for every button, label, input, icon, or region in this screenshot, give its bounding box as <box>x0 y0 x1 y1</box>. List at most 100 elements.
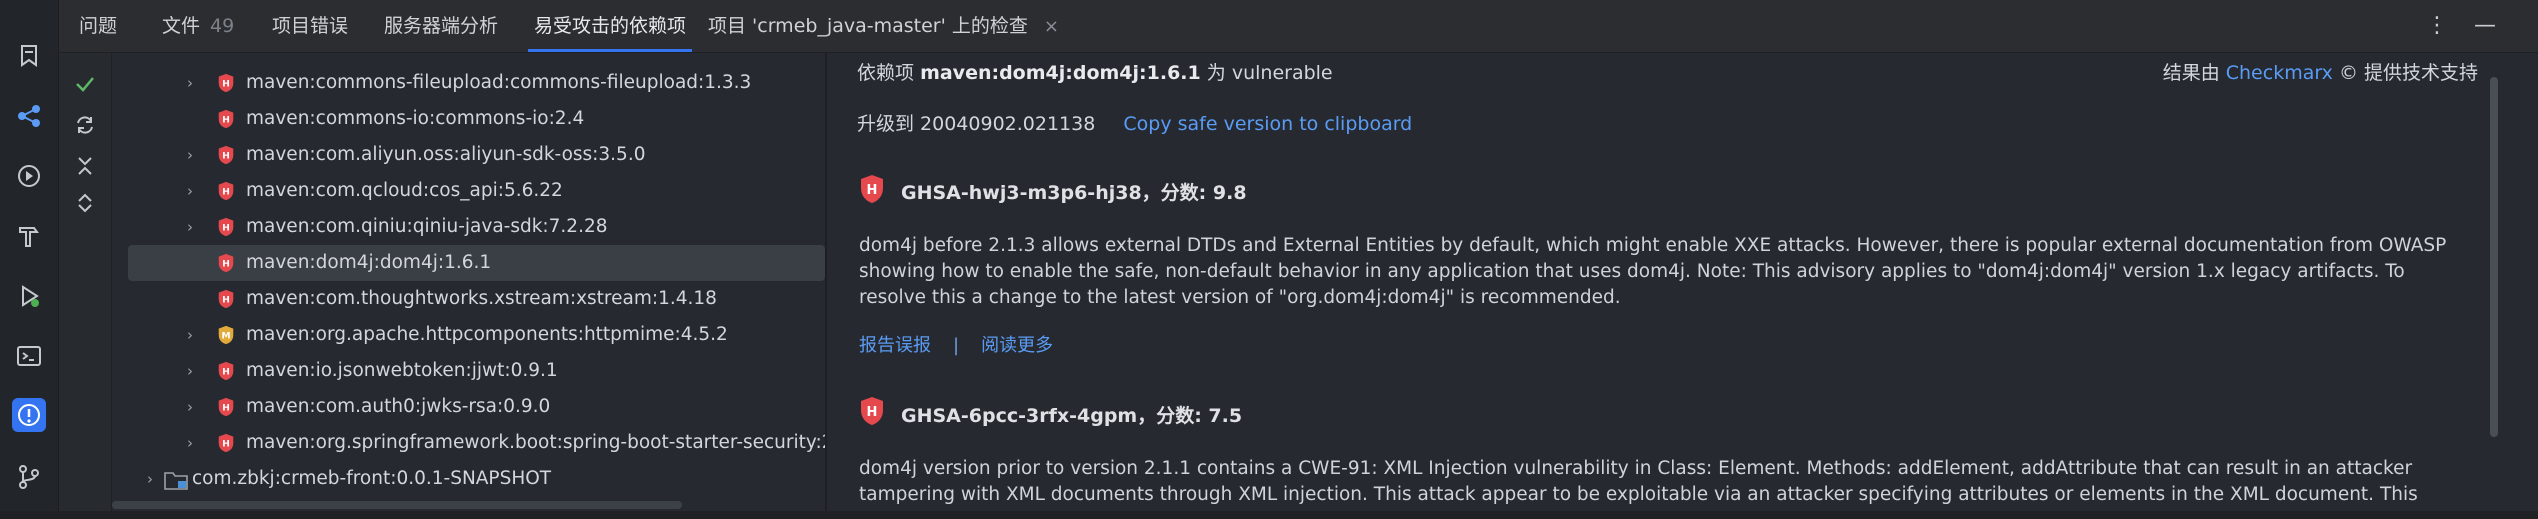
chevron-right-icon[interactable]: › <box>180 389 200 425</box>
tab-label: 项目错误 <box>272 15 349 37</box>
tab-server-analysis[interactable]: 服务器端分析 <box>384 0 498 52</box>
chevron-right-icon[interactable]: › <box>180 65 200 101</box>
tab-label: 服务器端分析 <box>384 15 499 37</box>
tree-row[interactable]: › Hmaven:org.springframework.boot:spring-… <box>112 425 825 461</box>
module-folder-icon <box>164 472 188 490</box>
tree-row-label: maven:org.springframework.boot:spring-bo… <box>246 432 825 453</box>
tab-file[interactable]: 文件 49 <box>162 0 234 52</box>
terminal-icon[interactable] <box>12 339 46 373</box>
tree-row-label: maven:com.qcloud:cos_api:5.6.22 <box>246 180 563 201</box>
status-strip <box>0 511 2538 519</box>
svg-text:H: H <box>222 188 230 198</box>
chevron-right-icon[interactable]: › <box>180 137 200 173</box>
problems-toolbar <box>59 53 112 519</box>
run-icon[interactable] <box>12 279 46 313</box>
high-severity-icon: H <box>218 253 234 273</box>
tree-row[interactable]: › Hmaven:com.qiniu:qiniu-java-sdk:7.2.28 <box>112 209 825 245</box>
dependency-suffix: 为 vulnerable <box>1206 62 1333 84</box>
svg-text:H: H <box>222 260 230 270</box>
svg-text:H: H <box>222 404 230 414</box>
dependency-name: maven:dom4j:dom4j:1.6.1 <box>920 62 1201 84</box>
problems-tab-bar: 问题 文件 49 项目错误 服务器端分析 易受攻击的依赖项 项目 'crmeb_j… <box>59 0 2538 53</box>
chevron-right-icon[interactable]: › <box>180 209 200 245</box>
refresh-icon[interactable] <box>72 112 98 138</box>
upgrade-row: 升级到 20040902.021138 Copy safe version to… <box>857 109 1412 136</box>
high-severity-icon: H <box>218 109 234 129</box>
high-severity-icon: H <box>218 181 234 201</box>
close-icon[interactable]: × <box>1044 16 1059 37</box>
module-label: com.zbkj:crmeb-front:0.0.1-SNAPSHOT <box>192 468 552 489</box>
medium-severity-icon: M <box>218 325 234 345</box>
collapse-all-icon[interactable] <box>72 153 98 179</box>
chevron-right-icon[interactable]: › <box>180 425 200 461</box>
expand-all-icon[interactable] <box>72 190 98 216</box>
tree-row-label: maven:commons-fileupload:commons-fileupl… <box>246 72 752 93</box>
tab-problems[interactable]: 问题 <box>79 0 117 52</box>
high-severity-icon: H <box>218 145 234 165</box>
tree-row-label: maven:com.qiniu:qiniu-java-sdk:7.2.28 <box>246 216 608 237</box>
vertical-scrollbar[interactable] <box>2490 77 2498 437</box>
chevron-right-icon[interactable]: › <box>180 353 200 389</box>
tree-row[interactable]: › Hmaven:com.qcloud:cos_api:5.6.22 <box>112 173 825 209</box>
dependency-tree-rows: › Hmaven:commons-fileupload:commons-fileu… <box>112 53 825 519</box>
build-hammer-icon[interactable] <box>12 219 46 253</box>
copy-safe-version-link[interactable]: Copy safe version to clipboard <box>1123 113 1412 135</box>
tool-window-strip <box>0 0 59 519</box>
tree-row-label: maven:com.auth0:jwks-rsa:0.9.0 <box>246 396 551 417</box>
tree-row[interactable]: › Hmaven:commons-fileupload:commons-fileu… <box>112 65 825 101</box>
git-branch-icon[interactable] <box>12 460 46 494</box>
link-separator: | <box>953 335 960 356</box>
chevron-right-icon[interactable]: › <box>140 461 160 497</box>
high-severity-icon: H <box>218 217 234 237</box>
horizontal-scrollbar[interactable] <box>112 501 682 509</box>
chevron-right-icon[interactable]: › <box>180 317 200 353</box>
high-severity-shield-icon: H <box>859 396 885 426</box>
advisory-links: 报告误报 | 阅读更多 <box>859 331 1053 357</box>
checkmarx-link[interactable]: Checkmarx <box>2226 62 2333 84</box>
tree-row[interactable]: › Hmaven:com.auth0:jwks-rsa:0.9.0 <box>112 389 825 425</box>
advisory-description: dom4j version prior to version 2.1.1 con… <box>859 458 2418 519</box>
tab-count: 49 <box>210 15 235 37</box>
read-more-link[interactable]: 阅读更多 <box>981 335 1053 356</box>
tree-row[interactable]: Hmaven:commons-io:commons-io:2.4 <box>112 101 825 137</box>
advisory-title: GHSA-6pcc-3rfx-4gpm，分数: 7.5 <box>901 405 1243 427</box>
tree-row[interactable]: › Hmaven:io.jsonwebtoken:jjwt:0.9.1 <box>112 353 825 389</box>
tree-module-row[interactable]: › com.zbkj:crmeb-front:0.0.1-SNAPSHOT <box>112 461 825 497</box>
checkmark-icon[interactable] <box>72 71 98 97</box>
tab-label: 问题 <box>79 15 118 37</box>
more-options-icon[interactable]: ⋮ <box>2426 0 2448 52</box>
tab-project-errors[interactable]: 项目错误 <box>272 0 348 52</box>
dependency-prefix: 依赖项 <box>857 62 915 84</box>
tree-row[interactable]: › Hmaven:com.aliyun.oss:aliyun-sdk-oss:3.… <box>112 137 825 173</box>
tree-row-label: maven:commons-io:commons-io:2.4 <box>246 108 585 129</box>
tab-project-inspection[interactable]: 项目 'crmeb_java-master' 上的检查 × <box>708 0 1059 52</box>
share-graph-icon[interactable] <box>12 99 46 133</box>
tree-row[interactable]: › Mmaven:org.apache.httpcomponents:httpmi… <box>112 317 825 353</box>
tree-row-label: maven:com.aliyun.oss:aliyun-sdk-oss:3.5.… <box>246 144 646 165</box>
services-icon[interactable] <box>12 159 46 193</box>
svg-text:H: H <box>222 116 230 126</box>
svg-text:H: H <box>867 183 878 198</box>
tree-row-label: maven:dom4j:dom4j:1.6.1 <box>246 252 492 273</box>
minimize-icon[interactable]: — <box>2474 0 2496 52</box>
tree-row[interactable]: Hmaven:dom4j:dom4j:1.6.1 <box>128 245 825 281</box>
svg-text:H: H <box>222 224 230 234</box>
tab-selected-indicator <box>528 49 693 52</box>
bookmark-icon[interactable] <box>12 38 46 72</box>
tree-row[interactable]: Hmaven:com.thoughtworks.xstream:xstream:… <box>112 281 825 317</box>
vulnerability-details: 依赖项 maven:dom4j:dom4j:1.6.1 为 vulnerable… <box>827 53 2538 519</box>
svg-text:H: H <box>867 405 878 420</box>
high-severity-shield-icon: H <box>859 174 885 204</box>
high-severity-icon: H <box>218 433 234 453</box>
tab-vulnerable-dependencies[interactable]: 易受攻击的依赖项 <box>528 0 693 52</box>
high-severity-icon: H <box>218 397 234 417</box>
svg-text:H: H <box>222 80 230 90</box>
powered-prefix: 结果由 <box>2162 62 2220 84</box>
upgrade-text: 升级到 20040902.021138 <box>857 113 1096 135</box>
dependency-heading: 依赖项 maven:dom4j:dom4j:1.6.1 为 vulnerable <box>857 58 1333 85</box>
tree-row-label: maven:com.thoughtworks.xstream:xstream:1… <box>246 288 717 309</box>
problems-icon[interactable] <box>12 398 46 432</box>
svg-text:H: H <box>222 368 230 378</box>
chevron-right-icon[interactable]: › <box>180 173 200 209</box>
report-false-positive-link[interactable]: 报告误报 <box>859 335 931 356</box>
